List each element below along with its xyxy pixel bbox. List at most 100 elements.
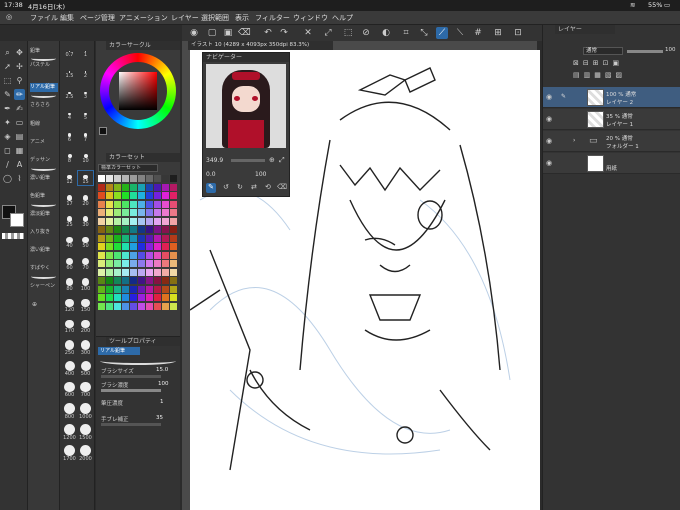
color-swatch[interactable] <box>114 209 121 216</box>
color-swatch[interactable] <box>146 251 153 259</box>
subtool-item[interactable]: 粗線 <box>30 120 58 129</box>
color-swatch[interactable] <box>146 234 153 242</box>
brush-size-preset[interactable]: 700 <box>78 381 93 398</box>
brush-size-preset[interactable]: 250 <box>62 339 77 356</box>
color-swatch[interactable] <box>122 192 129 199</box>
color-swatch[interactable] <box>98 277 105 284</box>
brush-density-slider[interactable] <box>101 389 161 392</box>
color-swatch[interactable] <box>154 285 161 293</box>
color-swatch[interactable] <box>170 268 177 276</box>
zoom-icon[interactable]: ⌕ <box>2 47 13 58</box>
color-swatch[interactable] <box>106 175 113 182</box>
brush-size-preset[interactable]: 200 <box>78 318 93 334</box>
brush-size-preset[interactable]: 50 <box>78 234 93 249</box>
selection-icon[interactable]: ⬚ <box>2 75 13 86</box>
color-swatch[interactable] <box>106 285 113 293</box>
brush-size-preset[interactable]: 2 <box>78 66 93 79</box>
brush-icon[interactable]: ✍ <box>14 103 25 114</box>
brush-size-preset[interactable]: 60 <box>62 255 77 271</box>
color-swatch[interactable] <box>106 268 113 276</box>
app-logo-icon[interactable]: ◎ <box>6 13 12 21</box>
color-swatch[interactable] <box>170 226 177 233</box>
opacity-value[interactable]: 100 <box>665 47 676 53</box>
color-swatch[interactable] <box>114 183 121 191</box>
color-swatch[interactable] <box>170 260 177 267</box>
color-swatch[interactable] <box>98 183 105 191</box>
color-swatch[interactable] <box>170 302 177 310</box>
reset-view-icon[interactable]: ⟲ <box>265 183 271 191</box>
deselect-icon[interactable]: ⊘ <box>360 27 372 39</box>
brush-size-preset[interactable]: 170 <box>62 318 77 334</box>
ruler-tool-icon[interactable]: ∕ <box>2 159 13 170</box>
color-swatch[interactable] <box>170 285 177 293</box>
color-swatch[interactable] <box>138 268 145 276</box>
color-swatch[interactable] <box>170 175 177 182</box>
color-swatch[interactable] <box>122 217 129 225</box>
gradient-icon[interactable]: ▤ <box>14 131 25 142</box>
color-swatch[interactable] <box>106 251 113 259</box>
color-swatch[interactable] <box>154 234 161 242</box>
color-swatch[interactable] <box>146 243 153 250</box>
color-swatch[interactable] <box>122 277 129 284</box>
color-swatch[interactable] <box>130 200 137 208</box>
color-swatch[interactable] <box>98 217 105 225</box>
brush-size-preset[interactable]: 8 <box>62 150 77 164</box>
brush-size-preset[interactable]: 300 <box>78 339 93 356</box>
color-swatch[interactable] <box>138 200 145 208</box>
nav-trash-icon[interactable]: ⌫ <box>277 183 287 191</box>
color-swatch[interactable] <box>106 217 113 225</box>
color-swatch[interactable] <box>162 226 169 233</box>
color-swatch[interactable] <box>122 268 129 276</box>
color-swatch[interactable] <box>130 251 137 259</box>
add-subtool-icon[interactable]: ⊕ <box>32 301 37 308</box>
layer-tool-icons[interactable]: ▤▥▦▧▨ <box>573 71 626 79</box>
pen-icon[interactable]: ✒ <box>2 103 13 114</box>
menu-selection[interactable]: 選択範囲 <box>201 13 229 23</box>
subtool-item[interactable]: デッサン <box>30 156 58 165</box>
color-swatch[interactable] <box>114 200 121 208</box>
brush-size-preset[interactable]: 40 <box>62 234 77 249</box>
subtool-item[interactable]: 鉛筆 <box>30 47 58 56</box>
color-swatch[interactable] <box>162 285 169 293</box>
color-swatch[interactable] <box>114 251 121 259</box>
visibility-eye-icon[interactable]: ◉ <box>546 137 552 145</box>
color-swatch[interactable] <box>106 243 113 250</box>
flip-icon[interactable]: ⇄ <box>251 183 257 191</box>
shrink-icon[interactable]: ⤡ <box>418 27 430 39</box>
color-swatch[interactable] <box>130 175 137 182</box>
document-tab[interactable]: イラスト 10 (4289 x 4093px 350dpi 83.3%) <box>188 41 333 50</box>
navigator-rotation[interactable]: 100 <box>255 171 266 178</box>
eyedropper-icon[interactable]: ✎ <box>2 89 13 100</box>
color-swatch[interactable] <box>138 294 145 301</box>
color-swatch[interactable] <box>154 183 161 191</box>
color-swatch[interactable] <box>130 302 137 310</box>
color-swatch[interactable] <box>114 175 121 182</box>
menu-view[interactable]: 表示 <box>235 13 249 23</box>
color-swatch[interactable] <box>130 217 137 225</box>
brush-size-preset[interactable]: 2000 <box>78 444 93 462</box>
color-swatch[interactable] <box>138 243 145 250</box>
color-swatch[interactable] <box>154 209 161 216</box>
brush-size-preset[interactable]: 80 <box>62 276 77 292</box>
move-icon[interactable]: ✥ <box>14 47 25 58</box>
color-swatch[interactable] <box>138 175 145 182</box>
color-swatch[interactable] <box>138 217 145 225</box>
subtool-item[interactable]: パステル <box>30 61 58 70</box>
brush-size-preset[interactable]: 1000 <box>78 402 93 420</box>
color-swatch[interactable] <box>154 260 161 267</box>
brush-size-preset[interactable]: 2.5 <box>62 87 77 100</box>
color-swatch[interactable] <box>114 217 121 225</box>
fill-icon[interactable]: ◈ <box>2 131 13 142</box>
clear-icon[interactable]: ✕ <box>302 27 314 39</box>
color-swatch[interactable] <box>138 183 145 191</box>
menu-help[interactable]: ヘルプ <box>332 13 353 23</box>
color-swatch[interactable] <box>98 294 105 301</box>
color-swatch[interactable] <box>114 294 121 301</box>
pencil-icon[interactable]: ✏ <box>14 89 25 100</box>
navigator-angle[interactable]: 0.0 <box>206 171 216 178</box>
subtool-item[interactable]: 濃淡鉛筆 <box>30 210 58 219</box>
brush-size-preset[interactable]: 12 <box>62 171 77 185</box>
subtool-item[interactable]: 濃い鉛筆 <box>30 174 58 183</box>
color-swatch[interactable] <box>170 217 177 225</box>
color-swatch[interactable] <box>98 260 105 267</box>
